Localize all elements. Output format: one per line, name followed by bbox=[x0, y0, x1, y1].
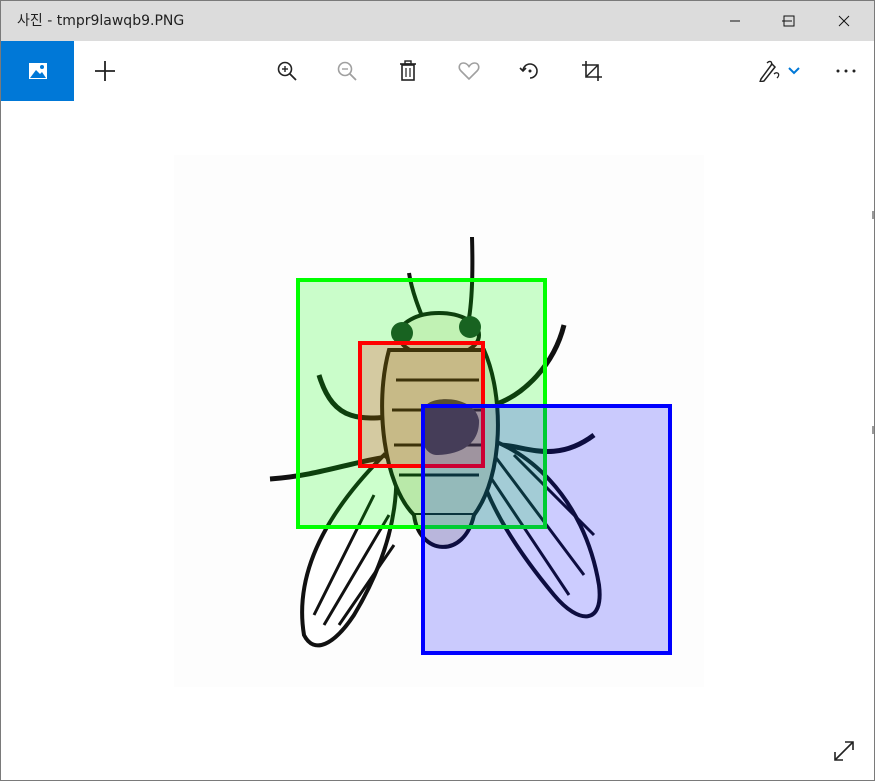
zoom-out-icon bbox=[337, 61, 357, 81]
edge-scroll-mark bbox=[872, 426, 874, 434]
toolbar bbox=[1, 41, 874, 101]
more-icon bbox=[836, 69, 856, 73]
insect-photo bbox=[174, 155, 704, 687]
delete-button[interactable] bbox=[390, 41, 426, 101]
close-button[interactable] bbox=[821, 1, 867, 41]
rotate-button[interactable] bbox=[512, 41, 548, 101]
window-title: 사진 - tmpr9lawqb9.PNG bbox=[17, 13, 185, 29]
add-button[interactable] bbox=[87, 41, 123, 101]
favorite-button[interactable] bbox=[451, 41, 487, 101]
crop-icon bbox=[582, 61, 602, 81]
crop-button[interactable] bbox=[574, 41, 610, 101]
edge-scroll-mark bbox=[872, 211, 874, 219]
delete-icon bbox=[400, 60, 416, 81]
photo-image bbox=[174, 155, 704, 687]
zoom-in-button[interactable] bbox=[269, 41, 305, 101]
zoom-in-icon bbox=[277, 61, 297, 81]
maximize-button-main[interactable] bbox=[766, 1, 812, 41]
minimize-icon bbox=[730, 20, 740, 22]
more-button[interactable] bbox=[827, 41, 865, 101]
expand-icon bbox=[834, 741, 854, 761]
favorite-heart-icon bbox=[458, 62, 480, 81]
edit-draw-button[interactable] bbox=[753, 41, 805, 101]
minimize-button-main[interactable] bbox=[712, 1, 758, 41]
photos-window: 사진 - tmpr9lawqb9.PNG bbox=[0, 0, 875, 781]
rotate-icon bbox=[519, 63, 538, 79]
maximize-icon bbox=[783, 15, 795, 27]
plus-icon bbox=[95, 61, 115, 81]
photo-icon bbox=[28, 63, 47, 79]
expand-button[interactable] bbox=[827, 734, 861, 768]
edit-draw-icon bbox=[759, 60, 780, 82]
image-viewer bbox=[1, 101, 874, 780]
zoom-out-button[interactable] bbox=[329, 41, 365, 101]
photos-tile-button[interactable] bbox=[1, 41, 74, 101]
close-icon bbox=[838, 15, 850, 27]
chevron-down-icon bbox=[788, 67, 800, 75]
blue-box bbox=[421, 404, 672, 655]
